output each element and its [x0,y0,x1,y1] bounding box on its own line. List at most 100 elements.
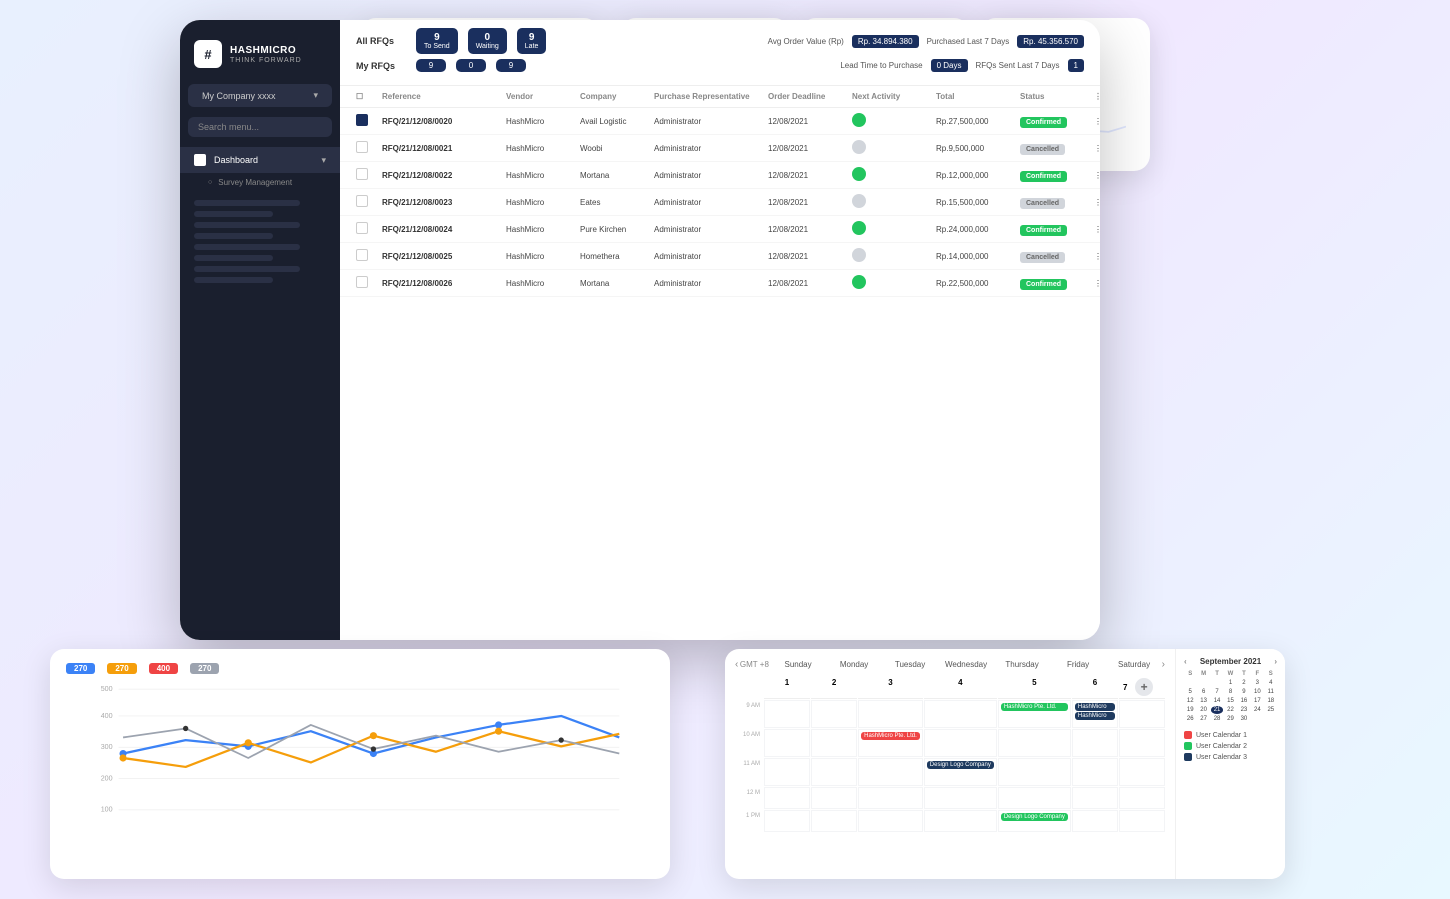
cal-cell-tue-11[interactable] [858,758,923,786]
cal-cell-sat-10[interactable] [1119,729,1165,757]
waiting-btn[interactable]: 0 Waiting [468,28,507,54]
row-total-5: Rp.14,000,000 [936,252,1016,261]
row-more-2[interactable]: ⋮ [1094,171,1100,180]
table-row[interactable]: RFQ/21/12/08/0021 HashMicro Woobi Admini… [340,135,1100,162]
cal-cell-thu-9[interactable]: HashMicro Pte. Ltd. [998,700,1071,728]
avg-order-value: Rp. 34.894.380 [852,35,919,48]
table-row[interactable]: RFQ/21/12/08/0024 HashMicro Pure Kirchen… [340,216,1100,243]
rfqs-sent-7days: 1 [1068,59,1084,72]
row-more-4[interactable]: ⋮ [1094,225,1100,234]
cal-cell-sat-9[interactable] [1119,700,1165,728]
sidebar: # HASHMICRO THINK FORWARD My Company xxx… [180,20,340,640]
late-btn[interactable]: 9 Late [517,28,547,54]
cal-event-thu-9: HashMicro Pte. Ltd. [1001,703,1068,711]
sidebar-item-survey[interactable]: Survey Management [180,173,340,192]
table-row[interactable]: RFQ/21/12/08/0025 HashMicro Homethera Ad… [340,243,1100,270]
sidebar-bar-6 [194,255,273,261]
row-checkbox-1[interactable] [356,141,368,153]
cal-cell-sun-9[interactable] [764,700,810,728]
sidebar-item-dashboard[interactable]: Dashboard ▾ [180,147,340,173]
cal-cell-fri-1[interactable] [1072,810,1118,832]
row-vendor-0: HashMicro [506,117,576,126]
cal-cell-sat-1[interactable] [1119,810,1165,832]
cal-cell-mon-11[interactable] [811,758,857,786]
cal-cell-sun-12[interactable] [764,787,810,809]
row-more-6[interactable]: ⋮ [1094,279,1100,288]
cal-cell-wed-10[interactable] [924,729,997,757]
row-checkbox-0[interactable] [356,114,368,126]
row-more-5[interactable]: ⋮ [1094,252,1100,261]
cal-cell-fri-9[interactable]: HashMicro HashMicro [1072,700,1118,728]
sidebar-search[interactable]: Search menu... [188,117,332,137]
my-late-btn[interactable]: 9 [496,59,526,72]
cal-cell-thu-10[interactable] [998,729,1071,757]
row-status-4: Confirmed [1020,225,1090,234]
purchased-7days: Rp. 45.356.570 [1017,35,1084,48]
cal-date-2: 2 [811,676,857,699]
cal-next-btn[interactable]: › [1162,659,1165,670]
to-send-btn[interactable]: 9 To Send [416,28,458,54]
cal-cell-wed-12[interactable] [924,787,997,809]
cal-cell-thu-12[interactable] [998,787,1071,809]
cal-cell-mon-1[interactable] [811,810,857,832]
table-row[interactable]: RFQ/21/12/08/0026 HashMicro Mortana Admi… [340,270,1100,297]
time-11am: 11 AM [735,758,763,786]
row-more-1[interactable]: ⋮ [1094,144,1100,153]
legend-item-2: User Calendar 2 [1184,742,1277,750]
cal-cell-tue-12[interactable] [858,787,923,809]
cal-cell-fri-12[interactable] [1072,787,1118,809]
cal-cell-sun-10[interactable] [764,729,810,757]
table-area: ☐ Reference Vendor Company Purchase Repr… [340,86,1100,640]
dashboard-chevron: ▾ [321,155,326,166]
row-checkbox-2[interactable] [356,168,368,180]
cal-cell-thu-11[interactable] [998,758,1071,786]
cal-cell-wed-11[interactable]: Design Logo Company [924,758,997,786]
legend-dot-1 [1184,731,1192,739]
cal-cell-tue-9[interactable] [858,700,923,728]
row-checkbox-6[interactable] [356,276,368,288]
rfq-all-row: All RFQs 9 To Send 0 Waiting 9 Late Avg [356,28,1084,54]
cal-cell-sat-11[interactable] [1119,758,1165,786]
cal-cell-thu-1[interactable]: Design Logo Company [998,810,1071,832]
mini-cal-prev[interactable]: ‹ [1184,657,1187,666]
cal-cell-fri-11[interactable] [1072,758,1118,786]
row-more-3[interactable]: ⋮ [1094,198,1100,207]
row-status-3: Cancelled [1020,198,1090,207]
calendar-day-labels: Sunday Monday Tuesday Wednesday Thursday… [772,660,1160,669]
cal-cell-mon-9[interactable] [811,700,857,728]
cal-cell-tue-1[interactable] [858,810,923,832]
rfq-my-row: My RFQs 9 0 9 Lead Time to Purchase 0 Da… [356,59,1084,72]
cal-event-thu-1pm: Design Logo Company [1001,813,1068,821]
monitor-screen: # HASHMICRO THINK FORWARD My Company xxx… [180,20,1100,640]
cal-cell-tue-10[interactable]: HashMicro Pte. Ltd. [858,729,923,757]
my-waiting-btn[interactable]: 0 [456,59,486,72]
cal-cell-mon-10[interactable] [811,729,857,757]
calendar-panel: ‹ GMT +8 Sunday Monday Tuesday Wednesday… [725,649,1285,879]
cal-date-5: 5 [998,676,1071,699]
th-status: Status [1020,92,1090,101]
row-checkbox-4[interactable] [356,222,368,234]
table-row[interactable]: RFQ/21/12/08/0022 HashMicro Mortana Admi… [340,162,1100,189]
row-total-2: Rp.12,000,000 [936,171,1016,180]
cal-prev-btn[interactable]: ‹ [735,659,738,670]
cal-cell-wed-1[interactable] [924,810,997,832]
table-row[interactable]: RFQ/21/12/08/0020 HashMicro Avail Logist… [340,108,1100,135]
row-more-0[interactable]: ⋮ [1094,117,1100,126]
my-to-send-btn[interactable]: 9 [416,59,446,72]
table-row[interactable]: RFQ/21/12/08/0023 HashMicro Eates Admini… [340,189,1100,216]
mini-cal-next[interactable]: › [1274,657,1277,666]
cal-add-event-btn[interactable]: + [1135,678,1153,696]
company-selector[interactable]: My Company xxxx ▾ [188,84,332,107]
cal-cell-sun-1[interactable] [764,810,810,832]
line-chart-svg: 500 400 300 200 100 [66,682,654,834]
cal-cell-sun-11[interactable] [764,758,810,786]
row-checkbox-5[interactable] [356,249,368,261]
cal-cell-sat-12[interactable] [1119,787,1165,809]
cal-cell-fri-10[interactable] [1072,729,1118,757]
cal-cell-mon-12[interactable] [811,787,857,809]
cal-cell-wed-9[interactable] [924,700,997,728]
row-total-6: Rp.22,500,000 [936,279,1016,288]
row-ref-0: RFQ/21/12/08/0020 [382,117,502,126]
today-cell[interactable]: 21 [1211,706,1223,714]
row-checkbox-3[interactable] [356,195,368,207]
